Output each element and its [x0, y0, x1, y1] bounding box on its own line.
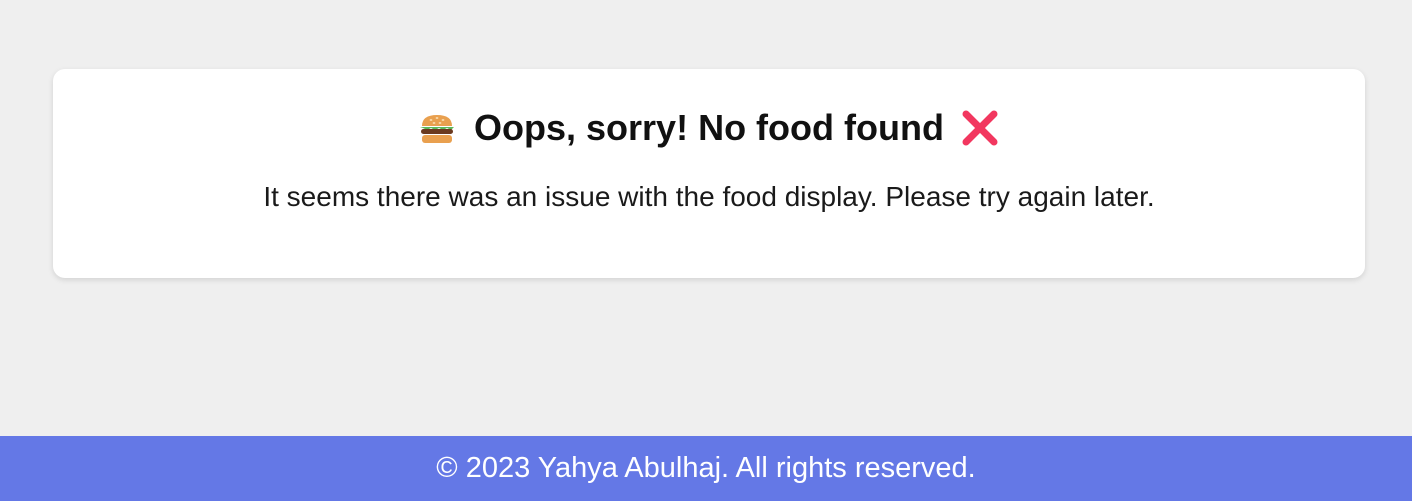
burger-icon	[418, 112, 456, 144]
error-card: Oops, sorry! No food found It seems ther…	[53, 69, 1365, 278]
footer: © 2023 Yahya Abulhaj. All rights reserve…	[0, 436, 1412, 501]
cross-icon	[960, 108, 1000, 148]
error-message: It seems there was an issue with the foo…	[263, 181, 1155, 212]
error-title-text: Oops, sorry! No food found	[474, 107, 944, 148]
error-title: Oops, sorry! No food found	[53, 107, 1365, 149]
copyright-text: © 2023 Yahya Abulhaj. All rights reserve…	[436, 452, 976, 484]
